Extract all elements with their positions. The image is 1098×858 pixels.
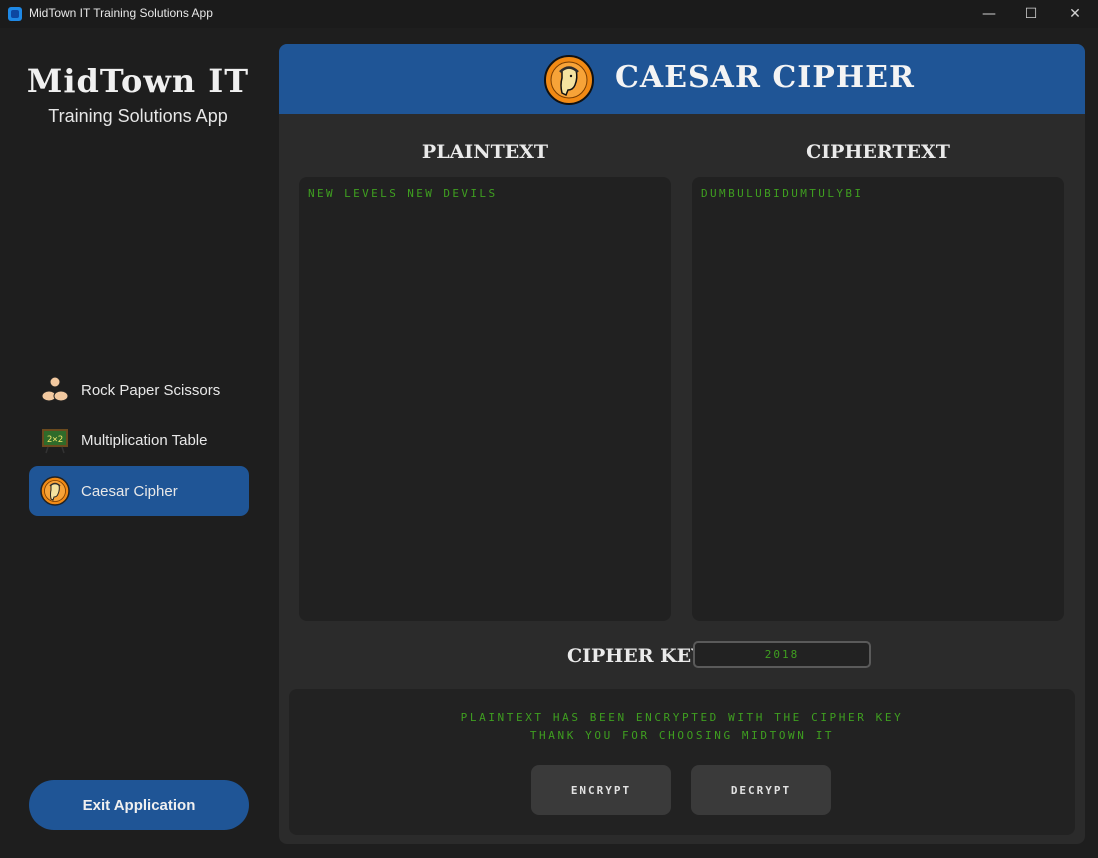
chalkboard-icon: 2×2 <box>40 425 70 455</box>
sidebar-item-multiplication-table[interactable]: 2×2 Multiplication Table <box>29 415 249 465</box>
encrypt-button[interactable]: ENCRYPT <box>531 765 671 815</box>
title-bar: MidTown IT Training Solutions App — ☐ ✕ <box>0 0 1098 28</box>
cipher-key-input[interactable] <box>693 641 871 668</box>
plaintext-label: PLAINTEXT <box>421 141 549 163</box>
svg-text:2×2: 2×2 <box>47 435 63 445</box>
status-message: PLAINTEXT HAS BEEN ENCRYPTED WITH THE CI… <box>460 711 904 724</box>
plaintext-input[interactable]: NEW LEVELS NEW DEVILS <box>299 177 671 621</box>
page-title: CAESAR CIPHER <box>615 60 915 95</box>
close-button[interactable]: ✕ <box>1052 0 1098 28</box>
window-title: MidTown IT Training Solutions App <box>29 6 213 20</box>
sidebar-item-caesar-cipher[interactable]: Caesar Cipher <box>29 466 249 516</box>
status-thanks: THANK YOU FOR CHOOSING MIDTOWN IT <box>529 729 835 742</box>
exit-application-button[interactable]: Exit Application <box>29 780 249 830</box>
brand-subtitle: Training Solutions App <box>48 106 228 126</box>
ciphertext-label: CIPHERTEXT <box>806 141 950 163</box>
caesar-coin-icon <box>40 476 70 506</box>
minimize-button[interactable]: — <box>966 0 1012 28</box>
sidebar-item-label: Multiplication Table <box>81 431 208 449</box>
sidebar-item-rock-paper-scissors[interactable]: Rock Paper Scissors <box>29 365 249 415</box>
app-icon <box>8 7 22 21</box>
cipher-key-label: CIPHER KEY: <box>567 645 710 667</box>
maximize-button[interactable]: ☐ <box>1008 0 1054 28</box>
caesar-cipher-panel: CAESAR CIPHER PLAINTEXT CIPHERTEXT NEW L… <box>279 44 1085 844</box>
decrypt-button[interactable]: DECRYPT <box>691 765 831 815</box>
status-panel: PLAINTEXT HAS BEEN ENCRYPTED WITH THE CI… <box>289 689 1075 835</box>
panel-header: CAESAR CIPHER <box>279 44 1085 114</box>
brand-title: MidTown IT <box>26 62 250 100</box>
caesar-coin-icon <box>544 55 594 105</box>
ciphertext-output[interactable]: DUMBULUBIDUMTULYBI <box>692 177 1064 621</box>
sidebar-item-label: Rock Paper Scissors <box>81 381 221 399</box>
sidebar-item-label: Caesar Cipher <box>81 482 178 500</box>
hands-icon <box>40 375 70 405</box>
